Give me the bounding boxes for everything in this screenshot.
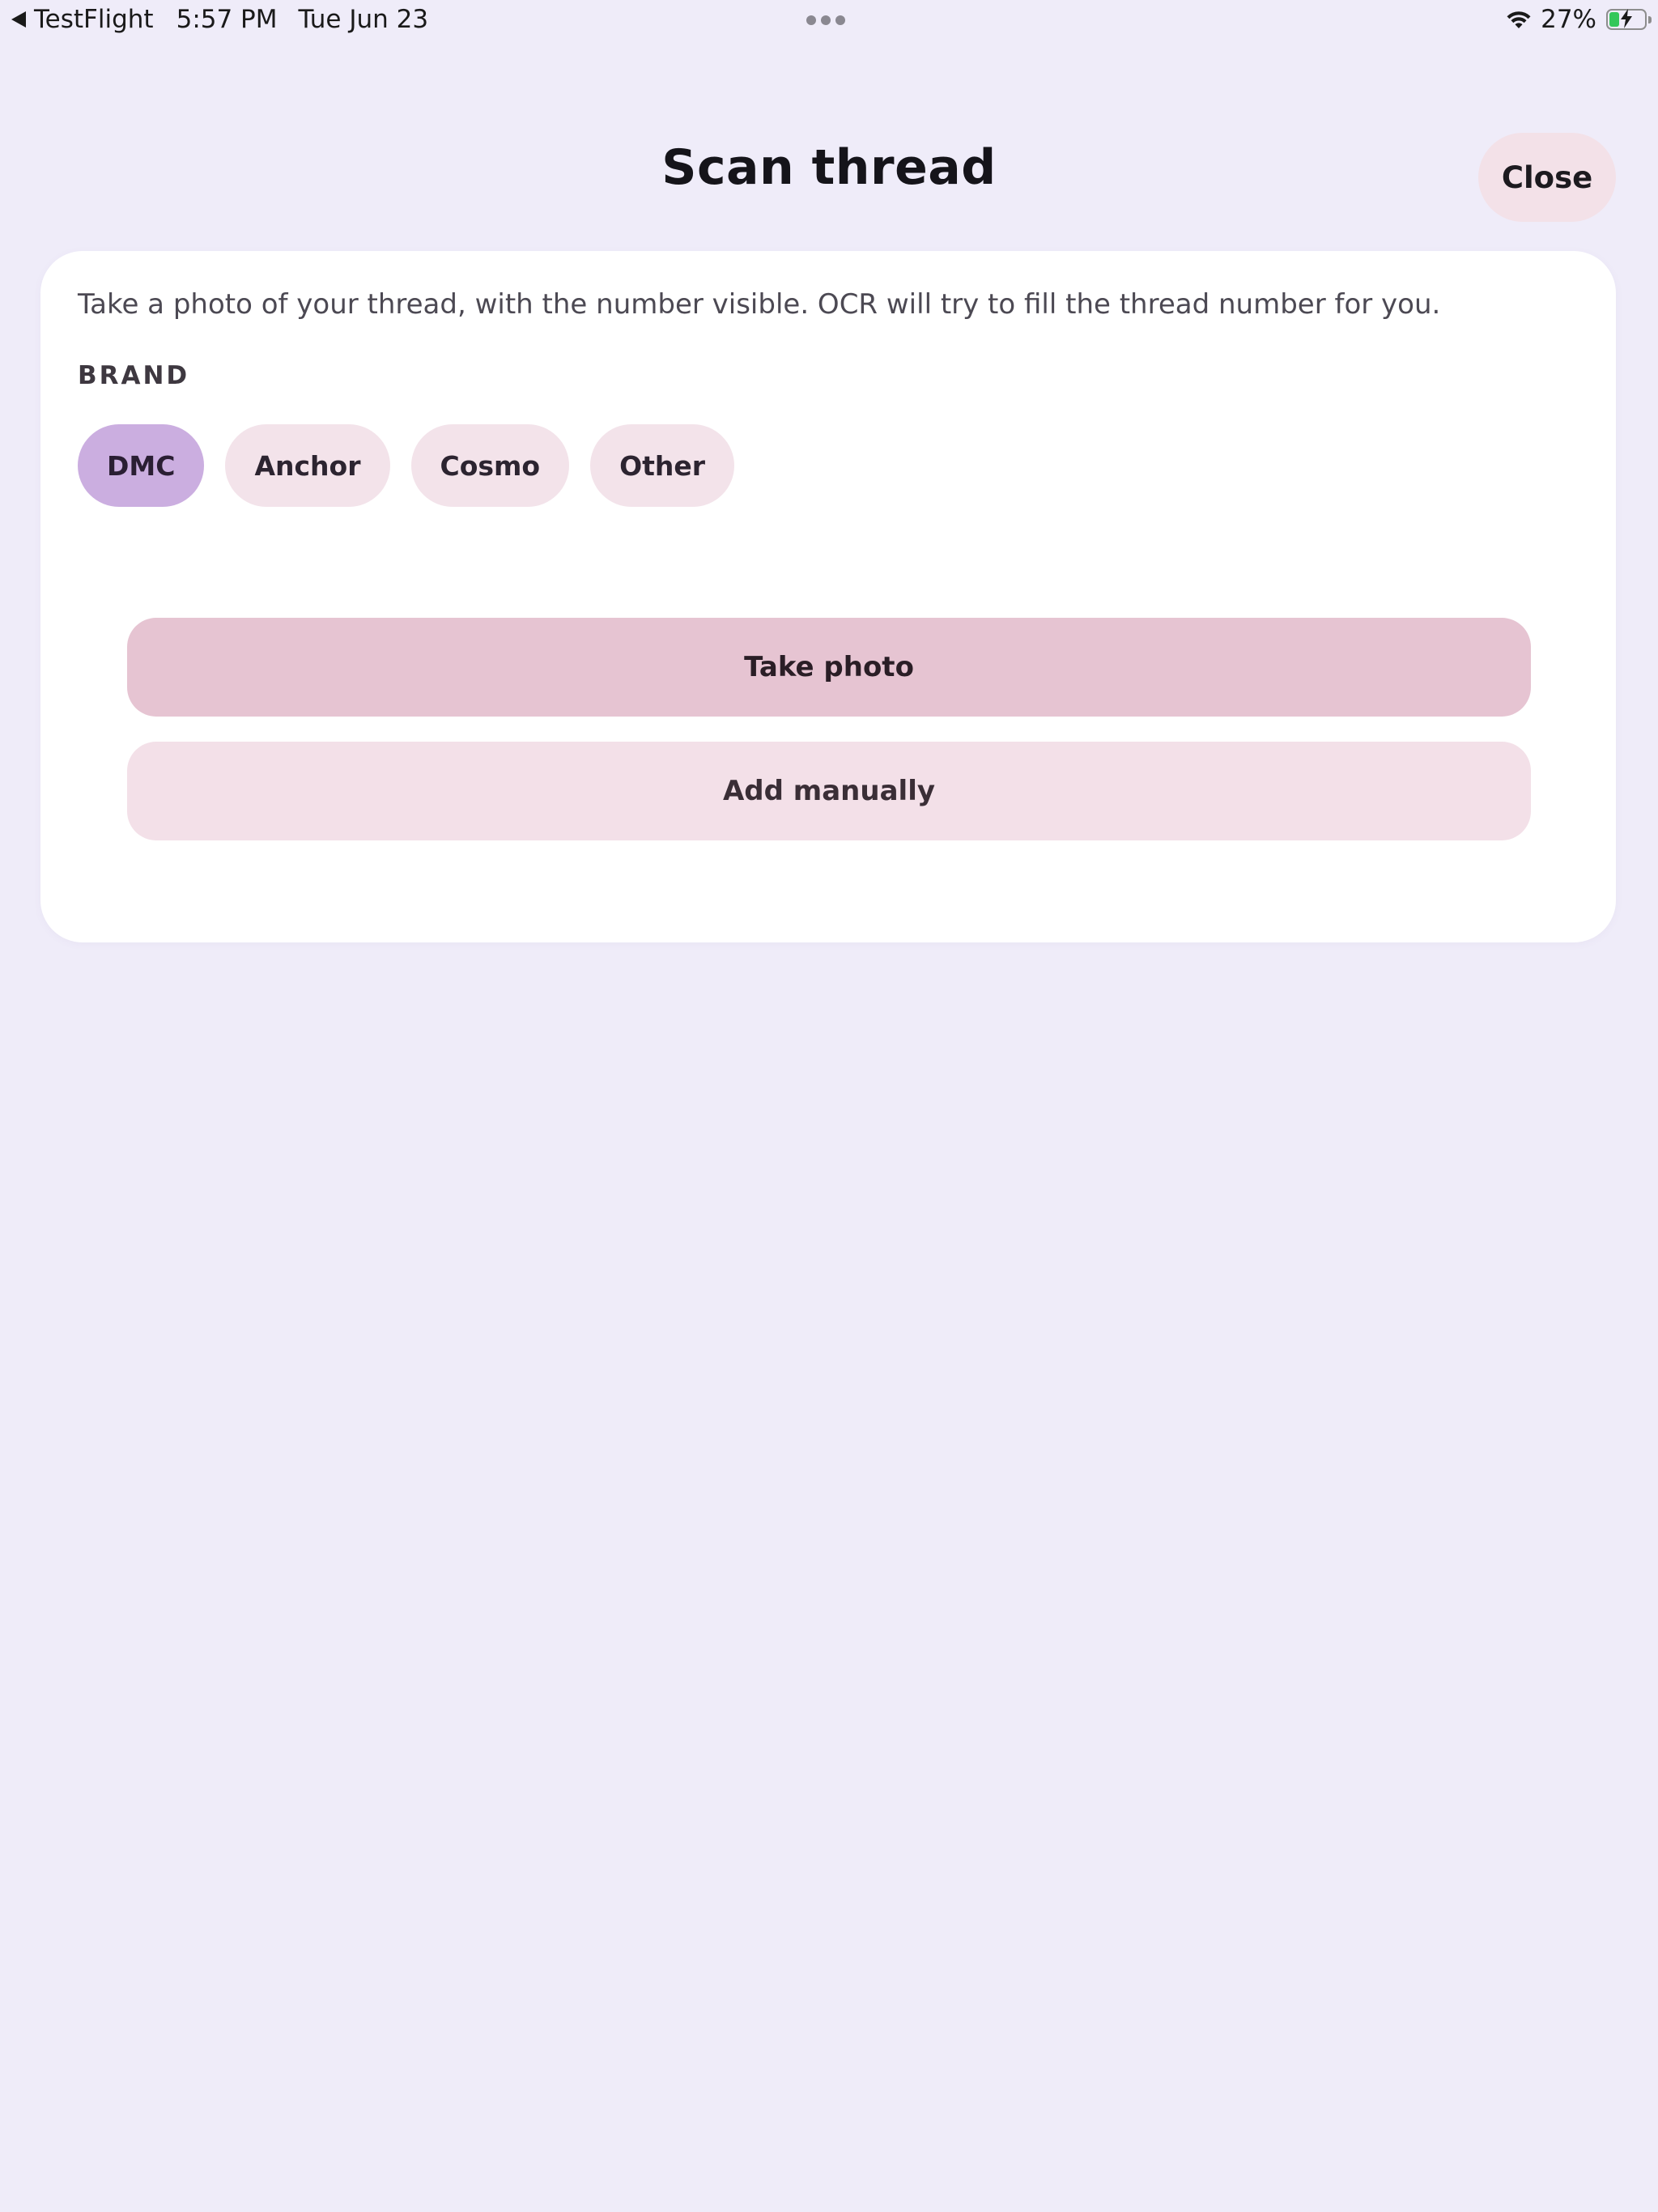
wifi-icon [1507, 11, 1531, 28]
status-bar: TestFlight 5:57 PM Tue Jun 23 27% [0, 0, 1658, 42]
battery-charging-icon [1606, 9, 1652, 30]
brand-chip-anchor[interactable]: Anchor [225, 424, 390, 507]
brand-chip-other[interactable]: Other [590, 424, 735, 507]
charging-bolt-icon [1621, 9, 1632, 28]
brand-chip-dmc[interactable]: DMC [78, 424, 205, 507]
page-title: Scan thread [661, 139, 997, 196]
scan-card: Take a photo of your thread, with the nu… [40, 251, 1616, 942]
intro-text: Take a photo of your thread, with the nu… [78, 288, 1441, 321]
close-button[interactable]: Close [1478, 133, 1616, 222]
battery-level-fill [1609, 12, 1620, 27]
battery-percent: 27% [1541, 5, 1596, 34]
brand-chips: DMC Anchor Cosmo Other [78, 424, 735, 507]
battery-nub [1648, 16, 1652, 23]
back-arrow-icon[interactable] [11, 11, 26, 28]
brand-label: BRAND [78, 361, 190, 390]
status-time: 5:57 PM [176, 5, 278, 34]
multitask-dots-icon[interactable] [806, 15, 845, 25]
status-left: TestFlight 5:57 PM Tue Jun 23 [11, 5, 428, 34]
status-right: 27% [1505, 5, 1652, 34]
take-photo-button[interactable]: Take photo [127, 618, 1531, 717]
back-to-app-link[interactable]: TestFlight [34, 5, 154, 34]
add-manually-button[interactable]: Add manually [127, 742, 1531, 840]
status-date: Tue Jun 23 [298, 5, 429, 34]
brand-chip-cosmo[interactable]: Cosmo [410, 424, 570, 507]
